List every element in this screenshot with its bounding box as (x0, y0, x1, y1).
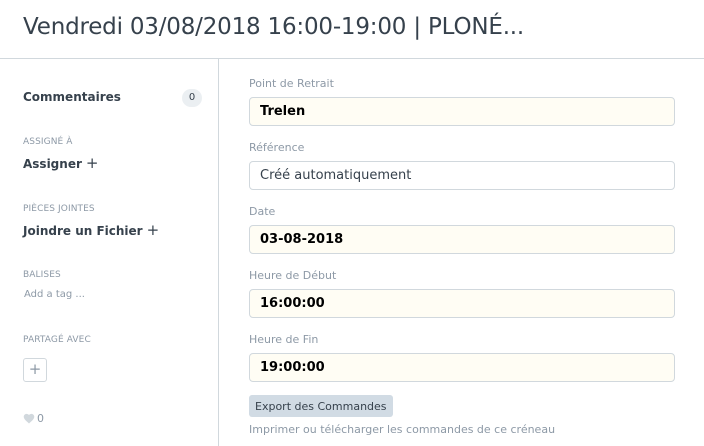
heure-fin-field: 19:00:00 (249, 353, 675, 382)
point-de-retrait-field: Trelen (249, 97, 675, 126)
reference-field[interactable]: Créé automatiquement (249, 161, 675, 190)
page-title: Vendredi 03/08/2018 16:00-19:00 | PLONÉ.… (23, 14, 525, 40)
export-help-text: Imprimer ou télécharger les commandes de… (249, 423, 556, 436)
heart-icon (23, 413, 35, 424)
plus-icon: + (146, 221, 160, 239)
heure-debut-field: 16:00:00 (249, 289, 675, 318)
sidebar: Commentaires 0 ASSIGNÉ À Assigner + PIÈC… (0, 59, 219, 446)
field-label-heure-fin: Heure de Fin (249, 333, 319, 346)
comments-link[interactable]: Commentaires (23, 90, 121, 104)
field-label-point-de-retrait: Point de Retrait (249, 77, 334, 90)
assign-label: Assigner (23, 156, 82, 171)
add-tag-input[interactable]: Add a tag ... (24, 289, 85, 300)
attach-file-label: Joindre un Fichier (23, 223, 143, 238)
comments-count-badge: 0 (182, 89, 202, 107)
tags-heading: BALISES (23, 270, 61, 280)
field-label-heure-debut: Heure de Début (249, 269, 337, 282)
field-label-reference: Référence (249, 141, 305, 154)
date-field: 03-08-2018 (249, 225, 675, 254)
assign-button[interactable]: Assigner + (23, 156, 98, 171)
field-label-date: Date (249, 205, 276, 218)
attach-file-button[interactable]: Joindre un Fichier + (23, 223, 159, 238)
export-orders-button[interactable]: Export des Commandes (249, 395, 393, 417)
page-header: Vendredi 03/08/2018 16:00-19:00 | PLONÉ.… (0, 0, 704, 59)
assigned-heading: ASSIGNÉ À (23, 137, 73, 147)
form-area: Point de Retrait Trelen Référence Créé a… (219, 59, 704, 446)
like-button[interactable]: 0 (23, 412, 44, 425)
like-count: 0 (37, 412, 44, 425)
plus-icon: + (85, 154, 99, 172)
attachments-heading: PIÈCES JOINTES (23, 204, 95, 214)
shared-heading: PARTAGÉ AVEC (23, 335, 91, 345)
add-share-button[interactable]: + (23, 358, 47, 382)
